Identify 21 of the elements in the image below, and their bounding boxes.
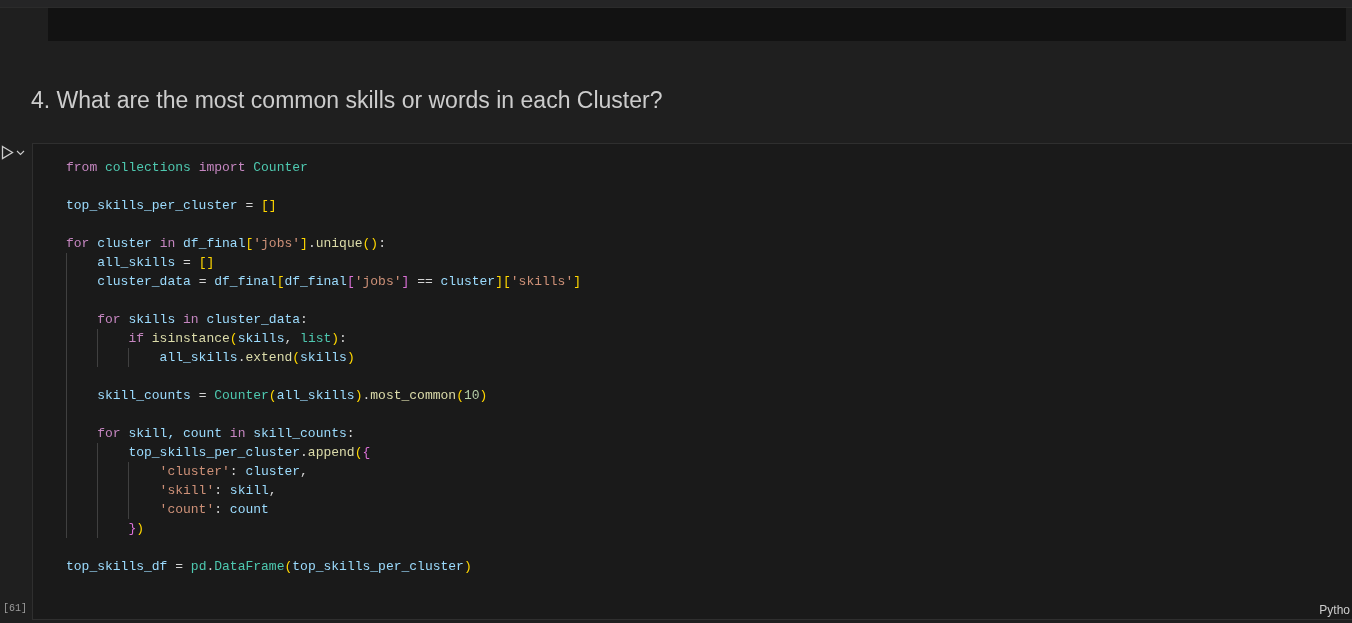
code-line: from collections import Counter	[66, 159, 308, 177]
code-line: top_skills_per_cluster.append({	[128, 444, 371, 462]
code-line: 'cluster': cluster,	[159, 463, 308, 481]
markdown-heading: 4. What are the most common skills or words in each Cluster?	[31, 86, 664, 115]
execution-count: [61]	[2, 602, 28, 616]
code-line: skill_counts = Counter(all_skills).most_common(10)	[97, 387, 488, 405]
code-line: if isinstance(skills, list):	[128, 330, 347, 348]
code-line: all_skills.extend(skills)	[159, 349, 355, 367]
code-line: cluster_data = df_final[df_final['jobs'] == cluster]['skills']	[97, 273, 581, 291]
language-label[interactable]: Pytho	[1319, 602, 1350, 618]
code-line: for skills in cluster_data:	[97, 311, 308, 329]
code-line: })	[128, 520, 145, 538]
code-line: 'count': count	[159, 501, 269, 519]
code-line: for skill, count in skill_counts:	[97, 425, 355, 443]
code-line: all_skills = []	[97, 254, 215, 272]
chevron-down-icon[interactable]	[16, 149, 25, 156]
code-line: top_skills_df = pd.DataFrame(top_skills_per_cluster)	[66, 558, 472, 576]
code-line: 'skill': skill,	[159, 482, 277, 500]
code-line: for cluster in df_final['jobs'].unique():	[66, 235, 386, 253]
run-icon[interactable]	[1, 145, 14, 160]
code-line: top_skills_per_cluster = []	[66, 197, 277, 215]
